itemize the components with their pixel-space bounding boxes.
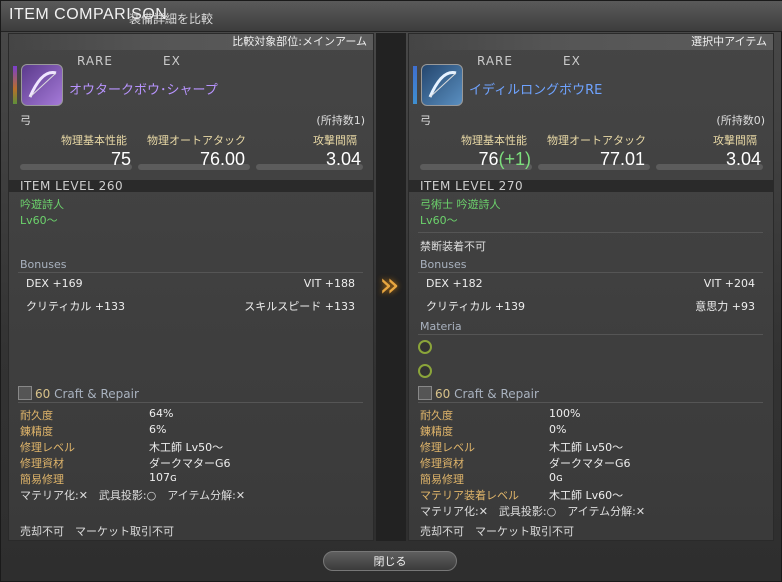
repair-level-label: 修理レベル — [420, 441, 475, 454]
repair-level-value: 木工師 Lv50〜 — [149, 441, 224, 454]
rare-tag: RARE — [477, 54, 513, 68]
stat-label-delay: 攻撃間隔 — [313, 134, 357, 147]
rarity-indicator — [13, 66, 17, 104]
level-requirement: Lv60〜 — [20, 214, 58, 227]
quick-repair-value: 107ɢ — [149, 471, 177, 484]
ex-tag: EX — [563, 54, 581, 68]
repair-level-value: 木工師 Lv50〜 — [549, 441, 624, 454]
bonus-skillspeed: スキルスピード +133 — [244, 300, 355, 313]
durability-label: 耐久度 — [20, 409, 53, 422]
item-level: ITEM LEVEL 270 — [420, 179, 524, 193]
item-name: イディルロングボウRE — [469, 83, 603, 98]
spiritbond-label: 錬精度 — [420, 425, 453, 438]
bonus-vit: VIT +204 — [703, 277, 755, 290]
job-list: 吟遊詩人 — [20, 198, 64, 211]
stat-label-delay: 攻撃間隔 — [713, 134, 757, 147]
repair-material-label: 修理資材 — [420, 457, 464, 470]
item-flags: マテリア化:✕ 武具投影:○ アイテム分解:✕ — [20, 489, 246, 502]
repair-material-value: ダークマターG6 — [149, 457, 231, 470]
window-subtitle: 装備詳細を比較 — [129, 12, 214, 26]
owned-count: (所持数0) — [716, 114, 765, 127]
stat-label-auto-attack: 物理オートアタック — [147, 134, 246, 147]
stat-label-auto-attack: 物理オートアタック — [547, 134, 646, 147]
bonus-crit: クリティカル +139 — [426, 300, 526, 313]
repair-material-label: 修理資材 — [20, 457, 64, 470]
section-divider — [18, 272, 363, 273]
repair-level-label: 修理レベル — [20, 441, 75, 454]
stat-label-physical-damage: 物理基本性能 — [61, 134, 127, 147]
sale-restrictions: 売却不可 マーケット取引不可 — [420, 525, 574, 538]
repair-material-value: ダークマターG6 — [549, 457, 631, 470]
bonuses-title: Bonuses — [420, 258, 467, 271]
spiritbond-value: 6% — [149, 423, 167, 436]
selected-item-panel: 選択中アイテム RARE EX イディルロングボウRE 弓 (所持数0) 物理基… — [408, 33, 774, 541]
item-type: 弓 — [420, 114, 431, 127]
quick-repair-value: 0ɢ — [549, 471, 563, 484]
stat-diff: (+1) — [498, 149, 531, 169]
materia-level-value: 木工師 Lv60〜 — [549, 489, 624, 502]
durability-value: 64% — [149, 407, 174, 420]
craft-repair-title: 60 Craft & Repair — [35, 387, 139, 401]
bonus-dex: DEX +169 — [26, 277, 83, 290]
ex-tag: EX — [163, 54, 181, 68]
bow-icon — [421, 64, 463, 106]
stat-label-physical-damage: 物理基本性能 — [461, 134, 527, 147]
stat-value-physical-damage: 76(+1) — [478, 149, 531, 169]
item-icon-box[interactable] — [413, 64, 467, 106]
craft-repair-title: 60 Craft & Repair — [435, 387, 539, 401]
section-divider — [418, 334, 763, 335]
stat-value-physical-damage: 75 — [110, 149, 131, 169]
section-divider — [418, 402, 763, 403]
quick-repair-label: 簡易修理 — [20, 473, 64, 486]
spiritbond-label: 錬精度 — [20, 425, 53, 438]
materia-slot[interactable] — [418, 340, 432, 354]
durability-value: 100% — [549, 407, 581, 420]
stat-value-auto-attack: 76.00 — [199, 149, 245, 169]
bow-icon — [21, 64, 63, 106]
repair-tool-icon — [18, 386, 32, 400]
compared-item-panel: 比較対象部位:メインアーム RARE EX オウタークボウ･シャープ 弓 (所持… — [8, 33, 374, 541]
materia-title: Materia — [420, 320, 462, 333]
bonus-vit: VIT +188 — [303, 277, 355, 290]
stat-value-delay: 3.04 — [725, 149, 761, 169]
bonuses-title: Bonuses — [20, 258, 67, 271]
panel-header: 選択中アイテム — [409, 34, 773, 50]
item-level: ITEM LEVEL 260 — [20, 179, 124, 193]
sale-restrictions: 売却不可 マーケット取引不可 — [20, 525, 174, 538]
panel-header: 比較対象部位:メインアーム — [9, 34, 373, 50]
section-divider — [418, 232, 763, 233]
job-list: 弓術士 吟遊詩人 — [420, 198, 501, 211]
bonus-dex: DEX +182 — [426, 277, 483, 290]
quick-repair-label: 簡易修理 — [420, 473, 464, 486]
section-divider — [18, 402, 363, 403]
item-type: 弓 — [20, 114, 31, 127]
item-icon-box[interactable] — [13, 64, 67, 106]
repair-tool-icon — [418, 386, 432, 400]
item-comparison-window: ITEM COMPARISON 装備詳細を比較 比較対象部位:メインアーム RA… — [0, 0, 782, 582]
compare-arrow-icon: » — [379, 265, 400, 305]
stat-value-auto-attack: 77.01 — [599, 149, 645, 169]
bonus-crit: クリティカル +133 — [26, 300, 126, 313]
item-name: オウタークボウ･シャープ — [69, 83, 218, 98]
rarity-indicator — [413, 66, 417, 104]
materia-slot[interactable] — [418, 364, 432, 378]
stat-value-delay: 3.04 — [325, 149, 361, 169]
level-requirement: Lv60〜 — [420, 214, 458, 227]
title-bar[interactable]: ITEM COMPARISON 装備詳細を比較 — [1, 1, 782, 32]
item-flags: マテリア化:✕ 武具投影:○ アイテム分解:✕ — [420, 505, 646, 518]
restriction-note: 禁断装着不可 — [420, 240, 486, 253]
durability-label: 耐久度 — [420, 409, 453, 422]
owned-count: (所持数1) — [316, 114, 365, 127]
materia-level-label: マテリア装着レベル — [420, 489, 519, 502]
rare-tag: RARE — [77, 54, 113, 68]
section-divider — [418, 272, 763, 273]
bonus-piety: 意思力 +93 — [695, 300, 755, 313]
close-button[interactable]: 閉じる — [323, 551, 457, 571]
spiritbond-value: 0% — [549, 423, 567, 436]
